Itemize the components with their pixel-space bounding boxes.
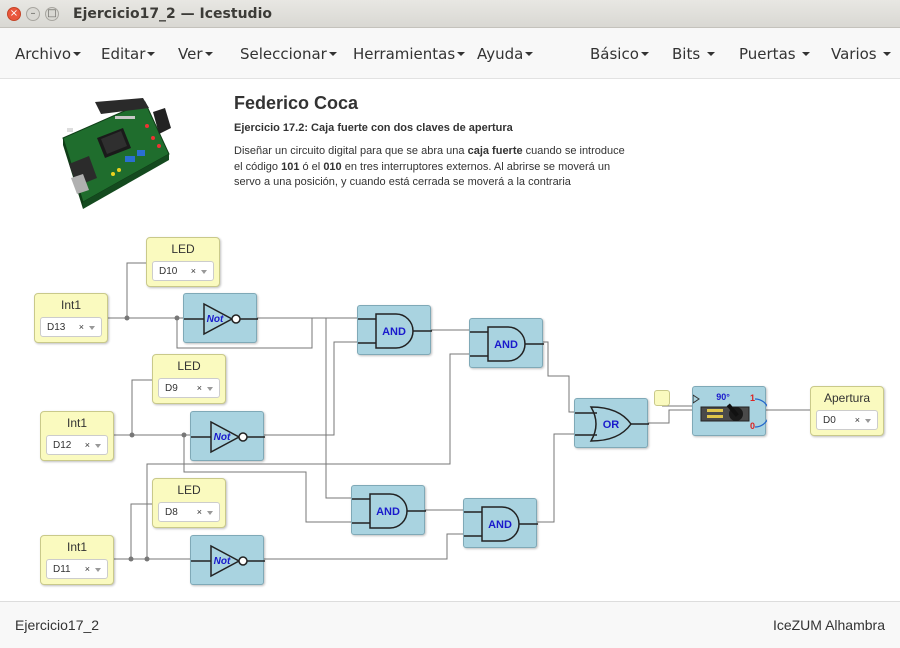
led-block-d9[interactable]: LED D9 × [152, 354, 226, 404]
and-label: AND [494, 339, 518, 351]
not-gate-1[interactable]: Not [183, 293, 258, 343]
chevron-down-icon[interactable] [207, 387, 213, 391]
led-block-d10[interactable]: LED D10 × [146, 237, 220, 287]
and-gate-2[interactable]: AND [469, 318, 544, 368]
input-block-d12[interactable]: Int1 D12 × [40, 411, 114, 461]
pin-value: D10 [159, 266, 178, 277]
chevron-down-icon[interactable] [201, 270, 207, 274]
clear-icon[interactable]: × [855, 415, 860, 425]
and-gate-icon: AND [470, 326, 544, 362]
clear-icon[interactable]: × [197, 507, 202, 517]
and-gate-4[interactable]: AND [463, 498, 538, 548]
chevron-down-icon[interactable] [865, 419, 871, 423]
servo-label-zero: 0 [750, 421, 755, 431]
wires-layer [108, 262, 811, 562]
pin-select[interactable]: D12 × [46, 435, 108, 455]
chevron-down-icon[interactable] [95, 444, 101, 448]
output-block-apertura[interactable]: Apertura D0 × [810, 386, 884, 436]
chevron-down-icon[interactable] [95, 568, 101, 572]
input-block-d11[interactable]: Int1 D11 × [40, 535, 114, 585]
board-name[interactable]: IceZUM Alhambra [773, 617, 885, 633]
clear-icon[interactable]: × [197, 383, 202, 393]
clear-icon[interactable]: × [85, 440, 90, 450]
pin-select[interactable]: D13 × [40, 317, 102, 337]
pin-value: D8 [165, 507, 178, 518]
block-label: LED [177, 359, 201, 373]
servo-label-one: 1 [750, 393, 755, 403]
not-gate-2[interactable]: Not [190, 411, 265, 461]
pin-value: D0 [823, 415, 836, 426]
pin-select[interactable]: D8 × [158, 502, 220, 522]
or-gate-icon: OR [575, 406, 649, 442]
or-gate[interactable]: OR [574, 398, 649, 448]
status-bar: Ejercicio17_2 IceZUM Alhambra [0, 601, 900, 648]
input-block-d13[interactable]: Int1 D13 × [34, 293, 108, 343]
not-label: Not [214, 556, 231, 567]
servo-block[interactable]: 90° 1 0 [692, 386, 767, 436]
block-label: Int1 [66, 416, 87, 430]
pin-value: D12 [53, 440, 72, 451]
not-label: Not [214, 432, 231, 443]
pin-select[interactable]: D11 × [46, 559, 108, 579]
pin-value: D9 [165, 383, 178, 394]
servo-icon: 90° 1 0 [693, 392, 767, 431]
or-label: OR [603, 419, 620, 431]
not-gate-icon: Not [191, 544, 265, 578]
not-gate-icon: Not [184, 302, 258, 336]
and-label: AND [376, 506, 400, 518]
not-gate-icon: Not [191, 420, 265, 454]
and-label: AND [382, 326, 406, 338]
pin-select[interactable]: D9 × [158, 378, 220, 398]
block-label: LED [171, 242, 195, 256]
and-gate-icon: AND [358, 313, 432, 349]
clear-icon[interactable]: × [85, 564, 90, 574]
block-label: LED [177, 483, 201, 497]
not-gate-3[interactable]: Not [190, 535, 265, 585]
and-gate-1[interactable]: AND [357, 305, 432, 355]
chevron-down-icon[interactable] [207, 511, 213, 515]
not-label: Not [207, 314, 224, 325]
project-name: Ejercicio17_2 [15, 617, 100, 633]
pin-select[interactable]: D10 × [152, 261, 214, 281]
clear-icon[interactable]: × [191, 266, 196, 276]
chevron-down-icon[interactable] [89, 326, 95, 330]
and-gate-3[interactable]: AND [351, 485, 426, 535]
pin-value: D11 [53, 564, 71, 575]
block-label: Int1 [60, 298, 81, 312]
led-block-d8[interactable]: LED D8 × [152, 478, 226, 528]
and-gate-icon: AND [464, 506, 538, 542]
block-label: Apertura [823, 391, 871, 405]
block-label: Int1 [66, 540, 87, 554]
pin-value: D13 [47, 322, 66, 333]
and-label: AND [488, 519, 512, 531]
pin-select[interactable]: D0 × [816, 410, 878, 430]
clear-icon[interactable]: × [79, 322, 84, 332]
servo-angle-label: 90° [716, 392, 730, 402]
constant-input-stub[interactable] [654, 390, 670, 406]
and-gate-icon: AND [352, 493, 426, 529]
